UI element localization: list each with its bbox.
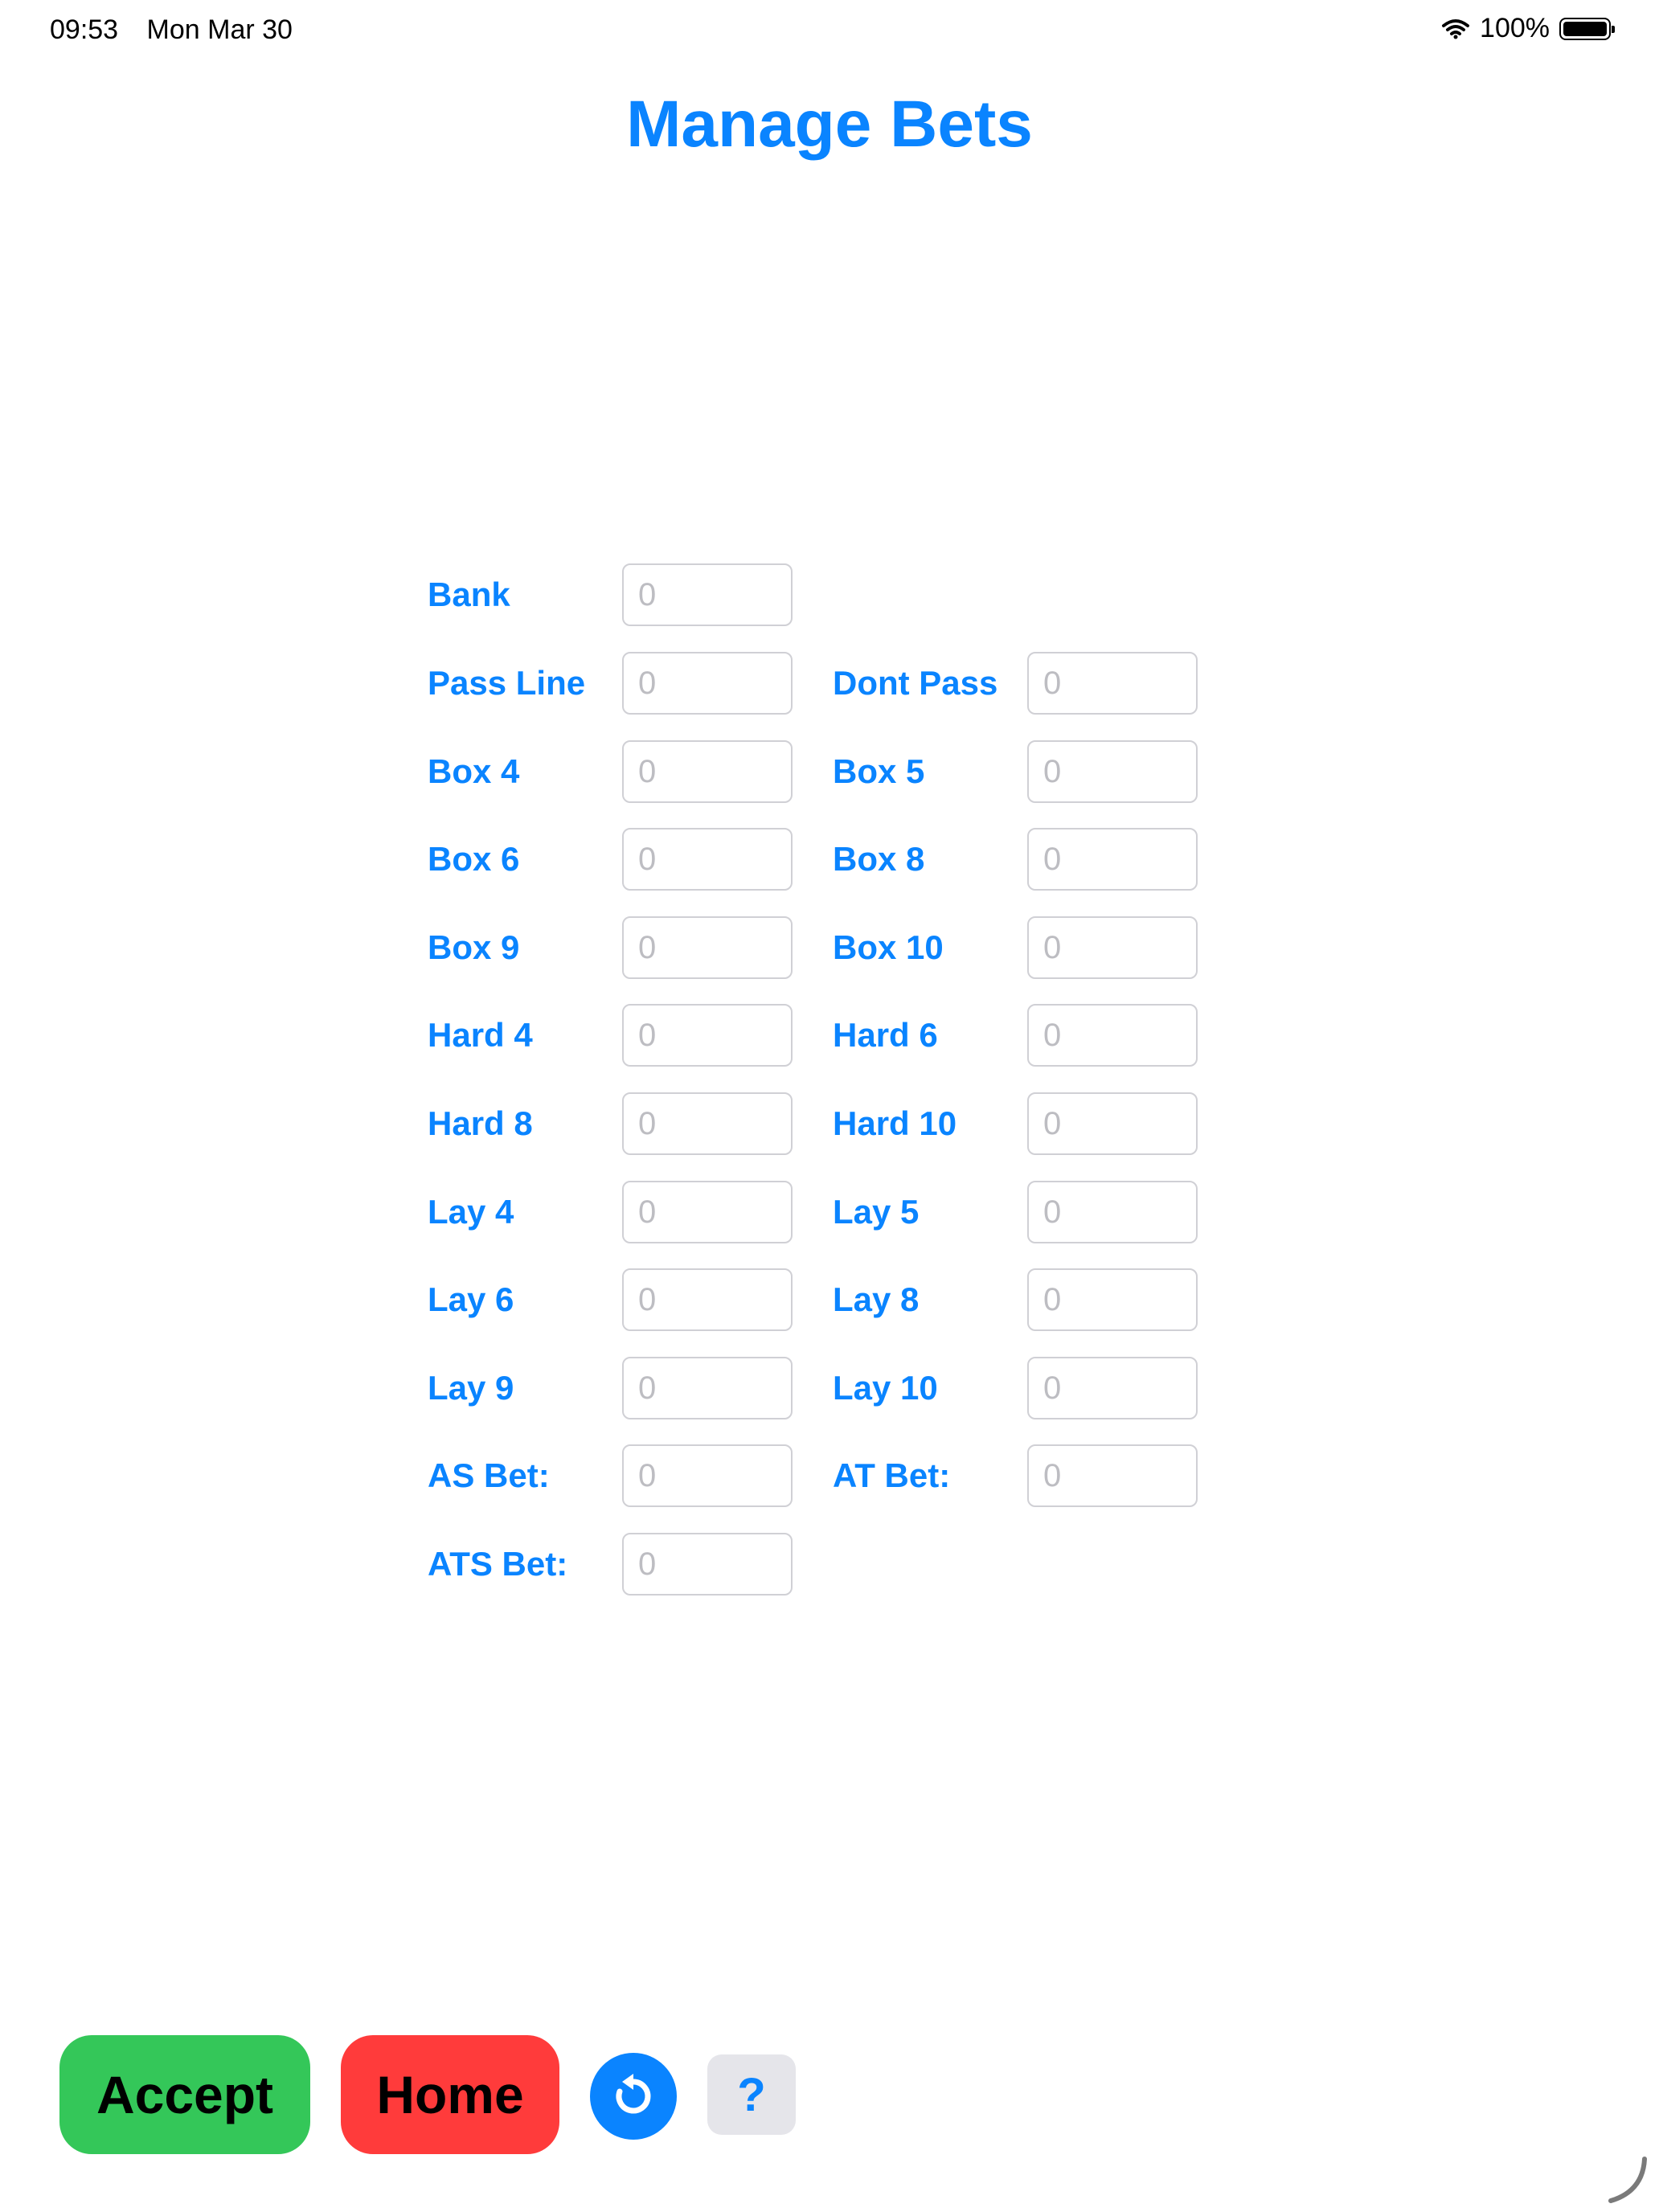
hard-6-input[interactable] bbox=[1027, 1004, 1198, 1067]
hard-8-label: Hard 8 bbox=[428, 1104, 533, 1142]
as-bet-input[interactable] bbox=[622, 1444, 793, 1507]
hard-10-input[interactable] bbox=[1027, 1092, 1198, 1155]
page-title: Manage Bets bbox=[626, 88, 1033, 161]
hard-10-label: Hard 10 bbox=[833, 1104, 957, 1142]
at-bet-input[interactable] bbox=[1027, 1444, 1198, 1507]
battery-percent: 100% bbox=[1480, 13, 1550, 43]
hard-8-input[interactable] bbox=[622, 1092, 793, 1155]
rotate-ccw-icon bbox=[616, 2074, 651, 2114]
lay-6-input[interactable] bbox=[622, 1268, 793, 1331]
status-time: 09:53 bbox=[50, 14, 119, 45]
dont-pass-label: Dont Pass bbox=[833, 664, 998, 702]
at-bet-label: AT Bet: bbox=[833, 1456, 951, 1494]
home-button[interactable]: Home bbox=[341, 2035, 559, 2154]
lay-8-input[interactable] bbox=[1027, 1268, 1198, 1331]
lay-6-label: Lay 6 bbox=[428, 1280, 514, 1318]
wifi-icon bbox=[1442, 18, 1470, 39]
lay-8-label: Lay 8 bbox=[833, 1280, 920, 1318]
battery-icon bbox=[1559, 17, 1615, 40]
box-6-label: Box 6 bbox=[428, 840, 520, 878]
lay-5-input[interactable] bbox=[1027, 1181, 1198, 1243]
box-8-input[interactable] bbox=[1027, 828, 1198, 891]
box-10-input[interactable] bbox=[1027, 916, 1198, 979]
reset-button[interactable] bbox=[590, 2053, 677, 2140]
corner-grabber-icon[interactable] bbox=[1596, 2151, 1653, 2207]
box-10-label: Box 10 bbox=[833, 928, 944, 966]
dont-pass-input[interactable] bbox=[1027, 652, 1198, 715]
box-9-label: Box 9 bbox=[428, 928, 520, 966]
lay-4-label: Lay 4 bbox=[428, 1193, 514, 1231]
status-indicators: 100% bbox=[1441, 13, 1615, 44]
bank-input[interactable] bbox=[622, 563, 793, 626]
hard-6-label: Hard 6 bbox=[833, 1016, 938, 1054]
pass-line-label: Pass Line bbox=[428, 664, 586, 702]
status-bar: 09:53 Mon Mar 30 100% bbox=[0, 0, 1659, 58]
lay-10-label: Lay 10 bbox=[833, 1369, 938, 1407]
lay-9-label: Lay 9 bbox=[428, 1369, 514, 1407]
box-5-label: Box 5 bbox=[833, 752, 925, 790]
box-9-input[interactable] bbox=[622, 916, 793, 979]
lay-10-input[interactable] bbox=[1027, 1357, 1198, 1419]
box-8-label: Box 8 bbox=[833, 840, 925, 878]
ats-bet-input[interactable] bbox=[622, 1533, 793, 1596]
box-4-input[interactable] bbox=[622, 740, 793, 803]
bank-label: Bank bbox=[428, 576, 510, 613]
box-6-input[interactable] bbox=[622, 828, 793, 891]
hard-4-input[interactable] bbox=[622, 1004, 793, 1067]
pass-line-input[interactable] bbox=[622, 652, 793, 715]
as-bet-label: AS Bet: bbox=[428, 1456, 550, 1494]
accept-button[interactable]: Accept bbox=[59, 2035, 310, 2154]
ats-bet-label: ATS Bet: bbox=[428, 1545, 568, 1583]
help-button[interactable]: ? bbox=[707, 2054, 796, 2135]
lay-9-input[interactable] bbox=[622, 1357, 793, 1419]
lay-4-input[interactable] bbox=[622, 1181, 793, 1243]
box-5-input[interactable] bbox=[1027, 740, 1198, 803]
lay-5-label: Lay 5 bbox=[833, 1193, 920, 1231]
status-date: Mon Mar 30 bbox=[146, 14, 293, 45]
hard-4-label: Hard 4 bbox=[428, 1016, 533, 1054]
box-4-label: Box 4 bbox=[428, 752, 520, 790]
status-time-date: 09:53 Mon Mar 30 bbox=[50, 14, 313, 46]
